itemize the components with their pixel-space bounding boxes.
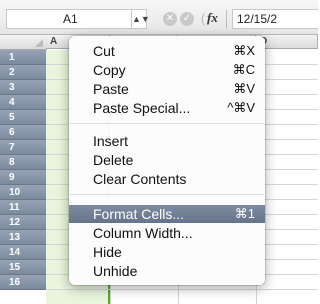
menu-item-shortcut: ⌘1 — [234, 206, 255, 221]
menu-item-insert[interactable]: Insert — [69, 132, 265, 150]
menu-item-delete[interactable]: Delete — [69, 151, 265, 169]
menu-item-format-cells[interactable]: Format Cells... ⌘1 — [69, 205, 265, 223]
row-header[interactable]: 2 — [0, 65, 46, 80]
row-header[interactable]: 3 — [0, 80, 46, 95]
row-header[interactable]: 6 — [0, 125, 46, 140]
menu-separator — [70, 194, 264, 195]
row-header[interactable]: 14 — [0, 245, 46, 260]
menu-item-label: Unhide — [93, 263, 138, 279]
menu-item-label: Format Cells... — [93, 206, 185, 222]
check-circle-icon[interactable]: ✓ — [180, 12, 194, 26]
spreadsheet-app: A1 ▲▼ ✕ ✓ ( fx 12/15/2 A B C D 1 2 3 4 5… — [0, 0, 318, 304]
menu-item-column-width[interactable]: Column Width... — [69, 224, 265, 242]
row-header[interactable]: 8 — [0, 155, 46, 170]
menu-item-label: Delete — [93, 152, 134, 168]
formula-input[interactable]: 12/15/2 — [232, 9, 318, 29]
menu-item-label: Paste — [93, 81, 129, 97]
menu-item-paste[interactable]: Paste ⌘V — [69, 80, 265, 98]
menu-item-hide[interactable]: Hide — [69, 243, 265, 261]
context-menu: Cut ⌘X Copy ⌘C Paste ⌘V Paste Special...… — [69, 36, 265, 285]
menu-item-label: Copy — [93, 62, 126, 78]
menu-item-copy[interactable]: Copy ⌘C — [69, 61, 265, 79]
menu-item-shortcut: ⌘V — [233, 81, 255, 96]
formula-bar: A1 ▲▼ ✕ ✓ ( fx 12/15/2 — [0, 0, 318, 35]
row-header[interactable]: 5 — [0, 110, 46, 125]
menu-item-label: Cut — [93, 43, 115, 59]
menu-item-shortcut: ^⌘V — [227, 100, 255, 115]
cancel-circle-icon[interactable]: ✕ — [163, 12, 177, 26]
formula-bar-divider — [226, 10, 227, 28]
row-header[interactable]: 13 — [0, 230, 46, 245]
column-header-d[interactable]: D — [256, 35, 318, 49]
menu-item-label: Paste Special... — [93, 100, 191, 116]
menu-item-shortcut: ⌘X — [233, 43, 255, 58]
fx-button[interactable]: fx — [207, 10, 218, 26]
name-box[interactable]: A1 — [6, 9, 132, 29]
menu-item-label: Insert — [93, 133, 129, 149]
row-header[interactable]: 7 — [0, 140, 46, 155]
row-header[interactable]: 15 — [0, 260, 46, 275]
row-header[interactable]: 11 — [0, 200, 46, 215]
menu-separator — [70, 123, 264, 124]
row-header[interactable]: 16 — [0, 275, 46, 290]
name-box-value: A1 — [63, 12, 78, 26]
menu-item-cut[interactable]: Cut ⌘X — [69, 42, 265, 60]
grid-line — [46, 289, 318, 290]
select-all-corner[interactable] — [0, 35, 47, 50]
row-header[interactable]: 4 — [0, 95, 46, 110]
name-box-stepper-icon[interactable]: ▲▼ — [131, 9, 150, 29]
menu-item-label: Clear Contents — [93, 171, 187, 187]
row-header[interactable]: 1 — [0, 50, 46, 65]
row-header[interactable]: 10 — [0, 185, 46, 200]
menu-item-clear-contents[interactable]: Clear Contents — [69, 170, 265, 188]
menu-item-unhide[interactable]: Unhide — [69, 262, 265, 280]
menu-item-paste-special[interactable]: Paste Special... ^⌘V — [69, 99, 265, 117]
menu-item-shortcut: ⌘C — [232, 62, 255, 77]
row-header[interactable]: 9 — [0, 170, 46, 185]
menu-item-label: Hide — [93, 244, 122, 260]
menu-item-label: Column Width... — [93, 225, 193, 241]
row-header[interactable]: 12 — [0, 215, 46, 230]
